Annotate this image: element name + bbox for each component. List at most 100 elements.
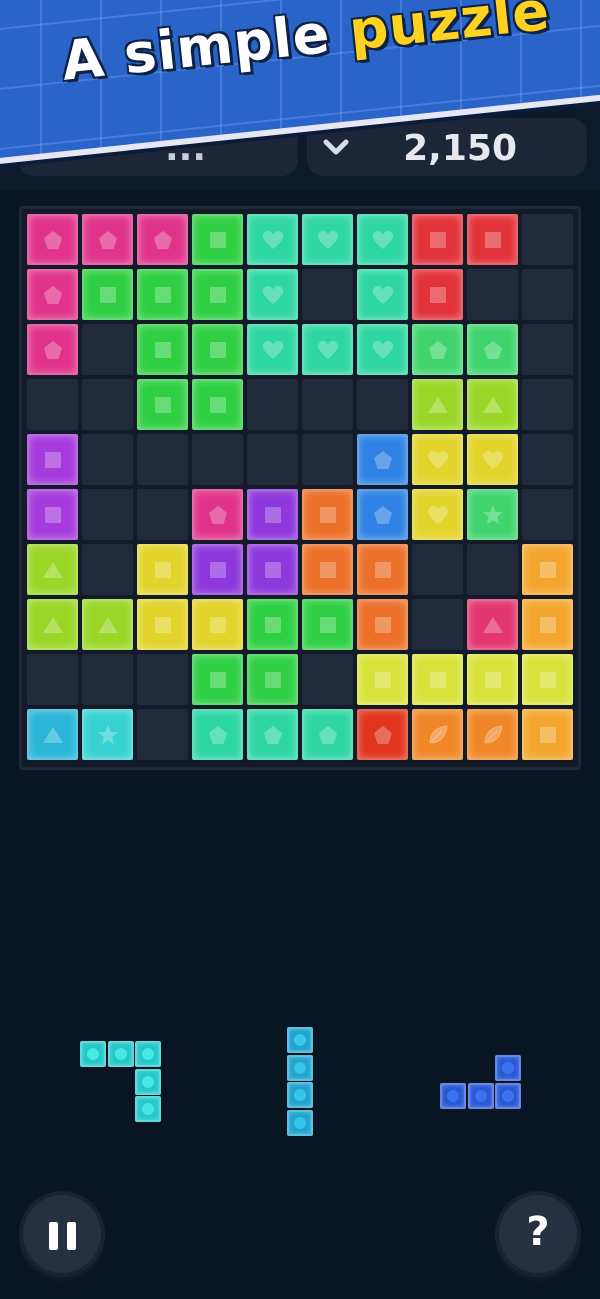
board-cell-empty[interactable] bbox=[82, 654, 133, 705]
board-cell-square[interactable] bbox=[302, 599, 353, 650]
board-cell-square[interactable] bbox=[247, 489, 298, 540]
board-cell-empty[interactable] bbox=[137, 709, 188, 760]
board-cell-empty[interactable] bbox=[82, 489, 133, 540]
board-cell-empty[interactable] bbox=[522, 324, 573, 375]
board-cell-pentagon[interactable] bbox=[137, 214, 188, 265]
board-cell-heart[interactable] bbox=[412, 489, 463, 540]
board-cell-leaf[interactable] bbox=[412, 709, 463, 760]
board-cell-heart[interactable] bbox=[412, 434, 463, 485]
board-cell-square[interactable] bbox=[192, 269, 243, 320]
board-cell-empty[interactable] bbox=[522, 434, 573, 485]
board-cell-empty[interactable] bbox=[247, 379, 298, 430]
board-cell-empty[interactable] bbox=[412, 599, 463, 650]
board-cell-square[interactable] bbox=[27, 489, 78, 540]
board-cell-square[interactable] bbox=[27, 434, 78, 485]
board-cell-square[interactable] bbox=[137, 269, 188, 320]
board-cell-square[interactable] bbox=[192, 654, 243, 705]
board-cell-square[interactable] bbox=[247, 544, 298, 595]
board-cell-leaf[interactable] bbox=[467, 709, 518, 760]
board-cell-triangle[interactable] bbox=[467, 599, 518, 650]
pause-button[interactable] bbox=[19, 1191, 105, 1277]
board-cell-heart[interactable] bbox=[357, 269, 408, 320]
board-cell-pentagon[interactable] bbox=[247, 709, 298, 760]
board-cell-empty[interactable] bbox=[467, 269, 518, 320]
board-cell-square[interactable] bbox=[247, 654, 298, 705]
board-cell-square[interactable] bbox=[302, 489, 353, 540]
board-cell-empty[interactable] bbox=[302, 434, 353, 485]
board-cell-empty[interactable] bbox=[302, 269, 353, 320]
board-cell-heart[interactable] bbox=[247, 269, 298, 320]
board-cell-square[interactable] bbox=[192, 324, 243, 375]
board-cell-square[interactable] bbox=[302, 544, 353, 595]
board-cell-pentagon[interactable] bbox=[27, 269, 78, 320]
board-cell-empty[interactable] bbox=[357, 379, 408, 430]
board-cell-empty[interactable] bbox=[522, 214, 573, 265]
board-cell-star[interactable] bbox=[467, 489, 518, 540]
board-cell-empty[interactable] bbox=[522, 379, 573, 430]
board-cell-square[interactable] bbox=[522, 709, 573, 760]
board-cell-pentagon[interactable] bbox=[192, 489, 243, 540]
board-cell-triangle[interactable] bbox=[82, 599, 133, 650]
board-cell-empty[interactable] bbox=[82, 434, 133, 485]
board-cell-heart[interactable] bbox=[467, 434, 518, 485]
board-cell-empty[interactable] bbox=[192, 434, 243, 485]
board-cell-pentagon[interactable] bbox=[27, 214, 78, 265]
board-cell-square[interactable] bbox=[82, 269, 133, 320]
board-cell-triangle[interactable] bbox=[27, 599, 78, 650]
board-cell-square[interactable] bbox=[412, 654, 463, 705]
board-cell-pentagon[interactable] bbox=[302, 709, 353, 760]
board-cell-empty[interactable] bbox=[137, 489, 188, 540]
board-cell-triangle[interactable] bbox=[467, 379, 518, 430]
board-cell-empty[interactable] bbox=[82, 379, 133, 430]
board-cell-square[interactable] bbox=[192, 544, 243, 595]
board-cell-square[interactable] bbox=[467, 654, 518, 705]
board-cell-empty[interactable] bbox=[522, 489, 573, 540]
board-cell-square[interactable] bbox=[412, 214, 463, 265]
board-cell-pentagon[interactable] bbox=[357, 489, 408, 540]
board-cell-square[interactable] bbox=[467, 214, 518, 265]
game-board[interactable] bbox=[19, 206, 581, 770]
help-button[interactable]: ? bbox=[495, 1191, 581, 1277]
board-cell-square[interactable] bbox=[192, 379, 243, 430]
board-cell-heart[interactable] bbox=[357, 324, 408, 375]
board-cell-triangle[interactable] bbox=[412, 379, 463, 430]
board-cell-square[interactable] bbox=[522, 544, 573, 595]
board-cell-square[interactable] bbox=[192, 214, 243, 265]
board-cell-empty[interactable] bbox=[302, 379, 353, 430]
board-cell-heart[interactable] bbox=[357, 214, 408, 265]
board-cell-square[interactable] bbox=[357, 599, 408, 650]
board-cell-square[interactable] bbox=[522, 599, 573, 650]
board-cell-pentagon[interactable] bbox=[82, 214, 133, 265]
board-cell-triangle[interactable] bbox=[27, 544, 78, 595]
board-cell-empty[interactable] bbox=[82, 324, 133, 375]
board-cell-square[interactable] bbox=[412, 269, 463, 320]
board-cell-heart[interactable] bbox=[302, 214, 353, 265]
board-cell-empty[interactable] bbox=[82, 544, 133, 595]
board-cell-square[interactable] bbox=[357, 544, 408, 595]
board-cell-heart[interactable] bbox=[247, 324, 298, 375]
board-cell-pentagon[interactable] bbox=[412, 324, 463, 375]
board-cell-square[interactable] bbox=[247, 599, 298, 650]
board-cell-empty[interactable] bbox=[302, 654, 353, 705]
board-cell-pentagon[interactable] bbox=[357, 709, 408, 760]
board-cell-empty[interactable] bbox=[412, 544, 463, 595]
board-cell-heart[interactable] bbox=[247, 214, 298, 265]
board-cell-square[interactable] bbox=[137, 544, 188, 595]
board-cell-square[interactable] bbox=[137, 379, 188, 430]
board-cell-empty[interactable] bbox=[27, 379, 78, 430]
board-cell-empty[interactable] bbox=[137, 654, 188, 705]
board-cell-triangle[interactable] bbox=[27, 709, 78, 760]
board-cell-square[interactable] bbox=[137, 599, 188, 650]
board-cell-empty[interactable] bbox=[522, 269, 573, 320]
board-cell-square[interactable] bbox=[137, 324, 188, 375]
board-cell-empty[interactable] bbox=[137, 434, 188, 485]
board-cell-pentagon[interactable] bbox=[192, 709, 243, 760]
board-cell-star[interactable] bbox=[82, 709, 133, 760]
board-cell-pentagon[interactable] bbox=[27, 324, 78, 375]
board-cell-pentagon[interactable] bbox=[357, 434, 408, 485]
board-cell-square[interactable] bbox=[192, 599, 243, 650]
board-cell-square[interactable] bbox=[522, 654, 573, 705]
board-cell-empty[interactable] bbox=[467, 544, 518, 595]
board-cell-empty[interactable] bbox=[247, 434, 298, 485]
board-cell-heart[interactable] bbox=[302, 324, 353, 375]
